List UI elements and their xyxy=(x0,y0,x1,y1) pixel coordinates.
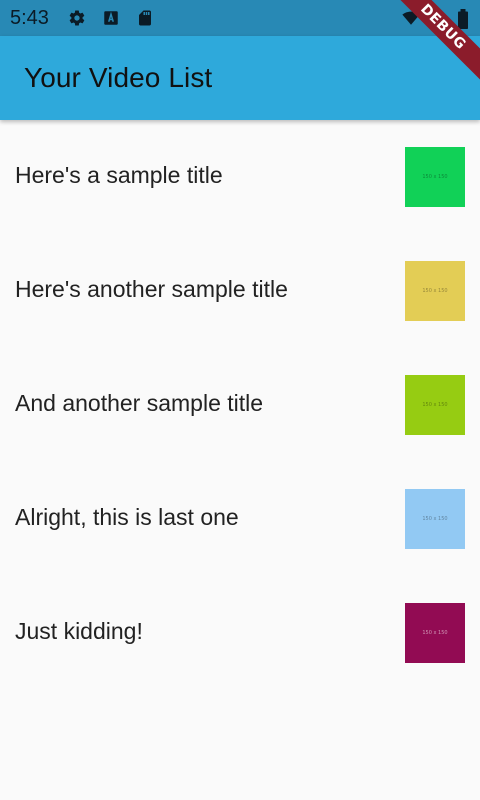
status-time: 5:43 xyxy=(10,7,49,29)
thumbnail-size-label: 150 x 150 xyxy=(422,288,448,294)
video-list-item[interactable]: Here's a sample title 150 x 150 xyxy=(0,120,480,234)
video-list-item[interactable]: Alright, this is last one 150 x 150 xyxy=(0,462,480,576)
thumbnail-size-label: 150 x 150 xyxy=(422,402,448,408)
sd-card-icon xyxy=(136,9,154,27)
video-thumbnail: 150 x 150 xyxy=(405,489,465,549)
app-bar: Your Video List xyxy=(0,36,480,120)
thumbnail-size-label: 150 x 150 xyxy=(422,516,448,522)
video-list: Here's a sample title 150 x 150 Here's a… xyxy=(0,120,480,690)
video-title: And another sample title xyxy=(15,390,264,416)
video-title: Here's another sample title xyxy=(15,276,288,302)
video-thumbnail: 150 x 150 xyxy=(405,603,465,663)
video-thumbnail: 150 x 150 xyxy=(405,147,465,207)
video-title: Just kidding! xyxy=(15,618,143,644)
page-title: Your Video List xyxy=(24,62,213,93)
battery-icon xyxy=(456,9,470,29)
video-thumbnail: 150 x 150 xyxy=(405,375,465,435)
thumbnail-size-label: 150 x 150 xyxy=(422,174,448,180)
video-list-item[interactable]: Here's another sample title 150 x 150 xyxy=(0,234,480,348)
video-thumbnail: 150 x 150 xyxy=(405,261,465,321)
thumbnail-size-label: 150 x 150 xyxy=(422,630,448,636)
video-title: Here's a sample title xyxy=(15,162,223,188)
video-list-item[interactable]: Just kidding! 150 x 150 xyxy=(0,576,480,690)
video-title: Alright, this is last one xyxy=(15,504,239,530)
settings-gear-icon xyxy=(68,9,86,27)
accessibility-a-icon xyxy=(102,9,120,27)
video-list-item[interactable]: And another sample title 150 x 150 xyxy=(0,348,480,462)
